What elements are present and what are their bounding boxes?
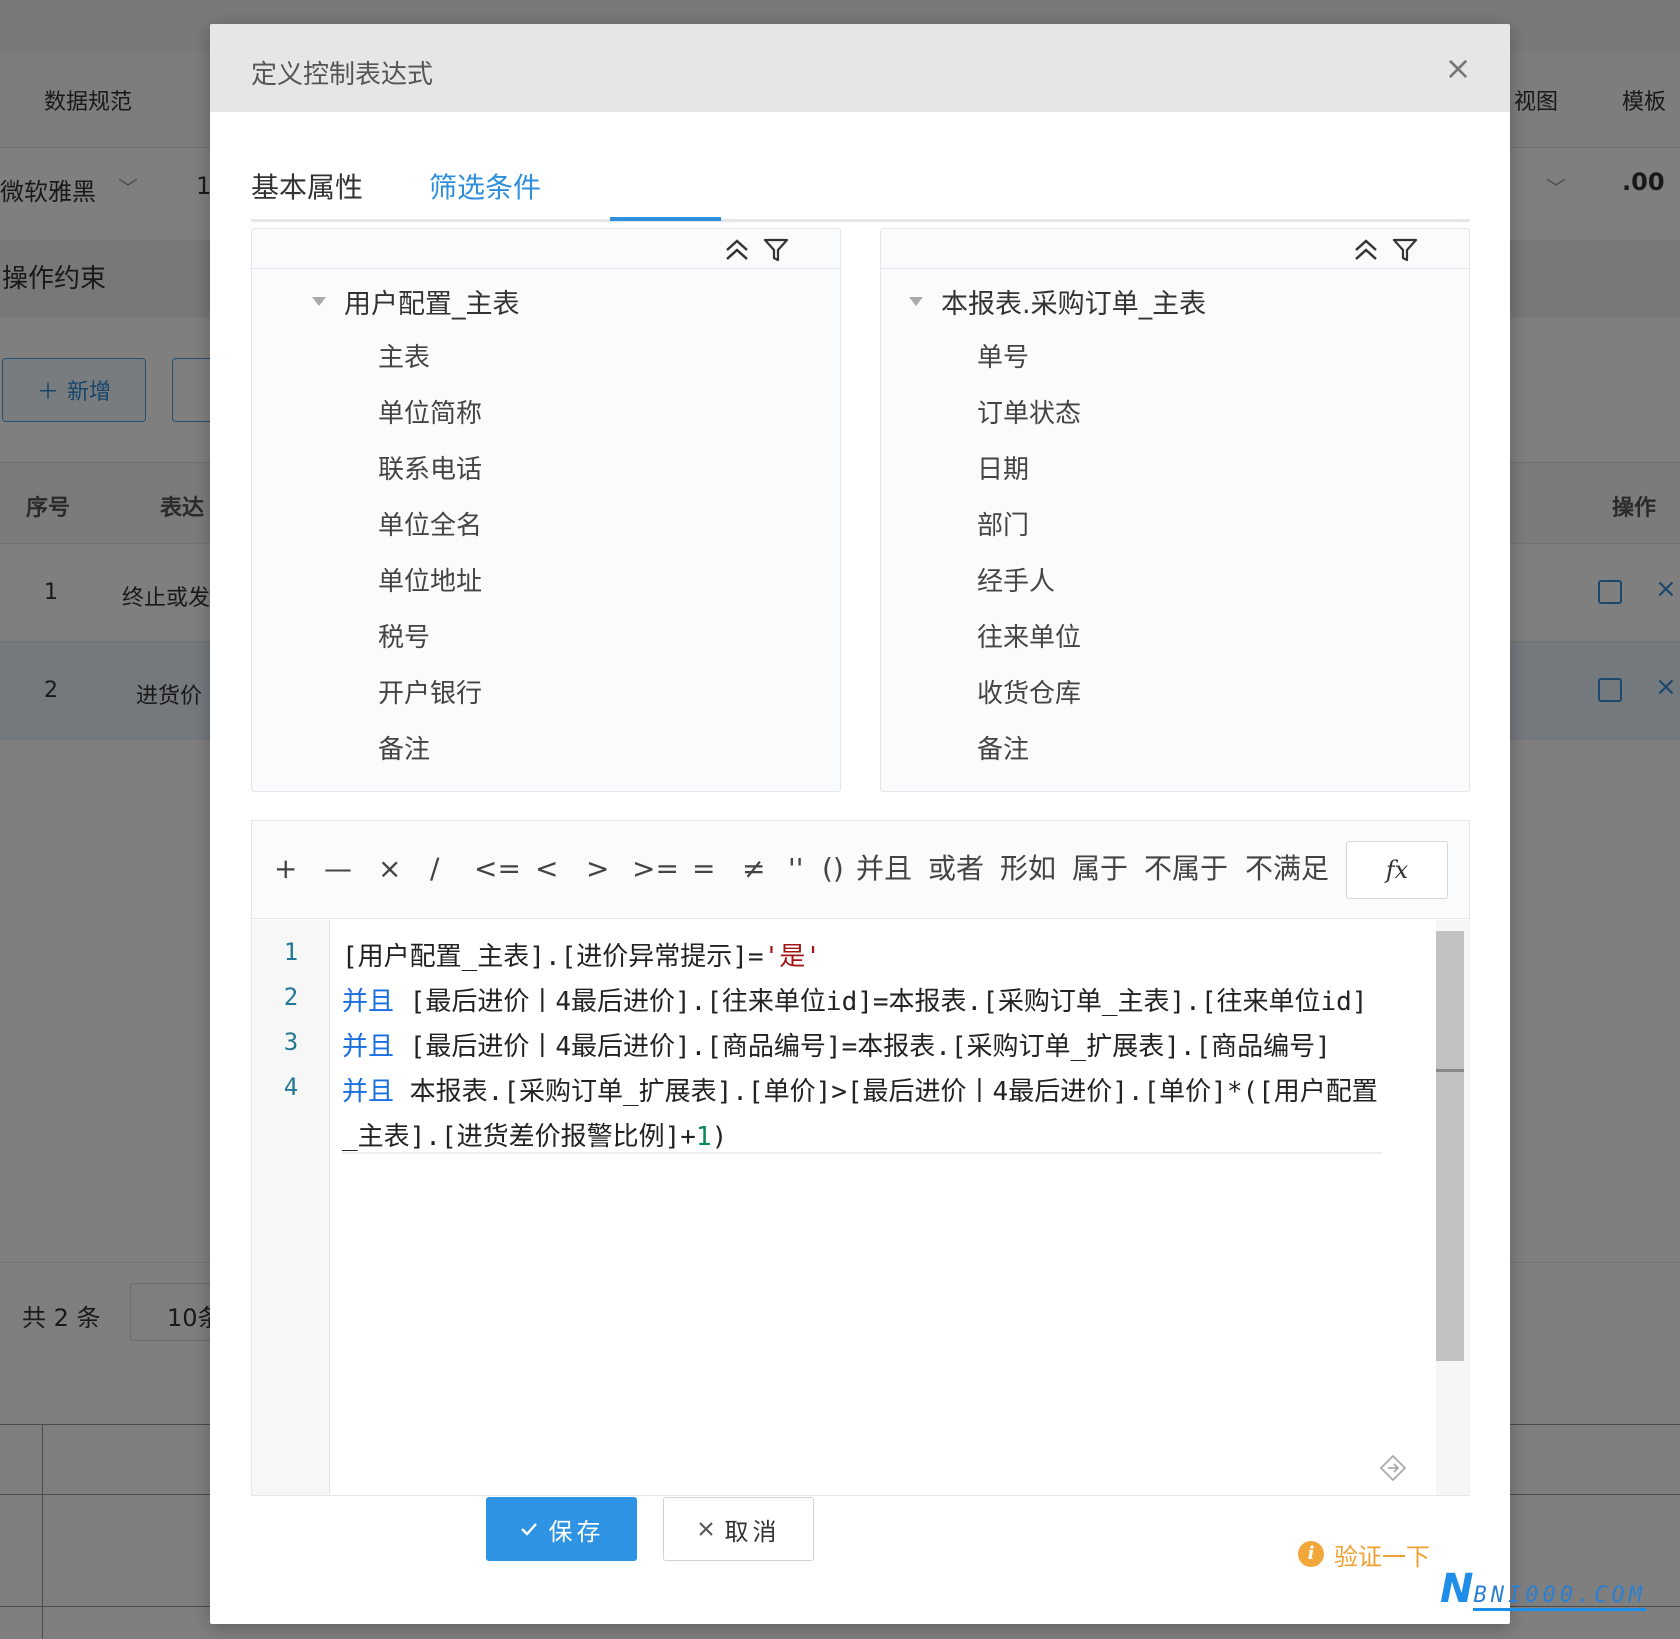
- cancel-button[interactable]: 取消: [663, 1497, 814, 1561]
- tree-root-node[interactable]: 本报表.采购订单_主表: [909, 281, 1206, 321]
- tree-field-item[interactable]: 备注: [378, 735, 482, 791]
- code-line: 并且 本报表.[采购订单_扩展表].[单价]>[最后进价丨4最后进价].[单价]…: [342, 1071, 1378, 1108]
- tree-field-item[interactable]: 开户银行: [378, 679, 482, 735]
- operator-and[interactable]: 并且: [856, 851, 912, 887]
- scrollbar-thumb[interactable]: [1436, 931, 1464, 1361]
- save-button[interactable]: 保存: [486, 1497, 637, 1561]
- tree-field-item[interactable]: 单号: [977, 343, 1081, 399]
- code-keyword: 并且: [342, 1077, 395, 1107]
- operator-plus[interactable]: +: [274, 851, 297, 887]
- verify-link[interactable]: i 验证一下: [1298, 1538, 1430, 1571]
- left-field-tree: 用户配置_主表 主表 单位简称 联系电话 单位全名 单位地址 税号 开户银行 备…: [251, 228, 841, 792]
- tab-basic-properties[interactable]: 基本属性: [251, 166, 363, 206]
- tree-field-list: 单号 订单状态 日期 部门 经手人 往来单位 收货仓库 备注: [977, 343, 1081, 791]
- tree-field-item[interactable]: 备注: [977, 735, 1081, 791]
- tab-bar: 基本属性 筛选条件: [251, 112, 1470, 222]
- scrollbar-marker: [1436, 1069, 1464, 1072]
- code-line: 并且 [最后进价丨4最后进价].[往来单位id]=本报表.[采购订单_主表].[…: [342, 981, 1367, 1018]
- code-line: [用户配置_主表].[进价异常提示]='是': [342, 936, 821, 973]
- watermark-letter: N: [1440, 1566, 1474, 1612]
- operator-not-satisfy[interactable]: 不满足: [1245, 851, 1329, 887]
- cancel-button-label: 取消: [724, 1517, 781, 1546]
- code-line: 并且 [最后进价丨4最后进价].[商品编号]=本报表.[采购订单_扩展表].[商…: [342, 1026, 1331, 1063]
- tree-field-item[interactable]: 主表: [378, 343, 482, 399]
- dialog-header: 定义控制表达式 ×: [210, 24, 1510, 112]
- code-string: '是': [763, 942, 821, 972]
- operator-not-in[interactable]: 不属于: [1144, 851, 1228, 887]
- tree-field-item[interactable]: 单位全名: [378, 511, 482, 567]
- watermark-text: BNI000.COM: [1473, 1583, 1646, 1611]
- tree-field-item[interactable]: 日期: [977, 455, 1081, 511]
- watermark-logo: N BNI000.COM: [1440, 1566, 1646, 1612]
- operator-minus[interactable]: —: [324, 851, 352, 887]
- operator-gt[interactable]: >: [586, 851, 609, 887]
- tab-active-indicator: [610, 217, 721, 221]
- tree-field-list: 主表 单位简称 联系电话 单位全名 单位地址 税号 开户银行 备注: [378, 343, 482, 791]
- tab-filter-conditions[interactable]: 筛选条件: [429, 166, 541, 206]
- line-number: 4: [283, 1073, 299, 1101]
- tree-field-item[interactable]: 联系电话: [378, 455, 482, 511]
- verify-label: 验证一下: [1334, 1542, 1430, 1571]
- check-icon: [520, 1523, 537, 1536]
- tree-root-label: 用户配置_主表: [344, 288, 520, 320]
- tree-toolbar: [252, 229, 840, 269]
- expression-dialog: 定义控制表达式 × 基本属性 筛选条件 用户配置_主表 主表 单位简称 联系电话…: [210, 24, 1510, 1624]
- tree-field-item[interactable]: 订单状态: [977, 399, 1081, 455]
- tree-root-node[interactable]: 用户配置_主表: [312, 281, 520, 321]
- tree-field-item[interactable]: 收货仓库: [977, 679, 1081, 735]
- operator-parens[interactable]: (): [822, 851, 844, 887]
- close-icon: [698, 1522, 713, 1536]
- code-text: [最后进价丨4最后进价].[往来单位id]=本报表.[采购订单_主表].[往来单…: [394, 987, 1368, 1017]
- right-field-tree: 本报表.采购订单_主表 单号 订单状态 日期 部门 经手人 往来单位 收货仓库 …: [880, 228, 1470, 792]
- line-number: 3: [283, 1028, 299, 1056]
- info-icon: i: [1298, 1541, 1324, 1567]
- operator-gte[interactable]: >=: [632, 851, 679, 887]
- caret-down-icon[interactable]: [312, 296, 326, 306]
- code-text: [用户配置_主表].[进价异常提示]=: [342, 942, 764, 972]
- code-editor[interactable]: [用户配置_主表].[进价异常提示]='是' 并且 [最后进价丨4最后进价].[…: [342, 920, 1472, 1495]
- operator-lte[interactable]: <=: [474, 851, 521, 887]
- code-text: ): [711, 1122, 728, 1152]
- code-text: 本报表.[采购订单_扩展表].[单价]>[最后进价丨4最后进价].[单价]*([…: [394, 1077, 1378, 1107]
- operator-equals[interactable]: =: [692, 851, 715, 887]
- operator-lt[interactable]: <: [535, 851, 558, 887]
- tree-field-item[interactable]: 单位简称: [378, 399, 482, 455]
- tree-field-item[interactable]: 经手人: [977, 567, 1081, 623]
- tree-field-item[interactable]: 税号: [378, 623, 482, 679]
- tree-field-item[interactable]: 部门: [977, 511, 1081, 567]
- operator-like[interactable]: 形如: [1000, 851, 1056, 887]
- dialog-title: 定义控制表达式: [251, 60, 434, 90]
- line-number-gutter: 1 2 3 4: [252, 920, 330, 1495]
- code-number: 1: [695, 1122, 712, 1152]
- operator-quotes[interactable]: '': [788, 851, 803, 887]
- code-text: _主表].[进货差价报警比例]+: [342, 1122, 696, 1152]
- close-icon[interactable]: ×: [1440, 50, 1476, 86]
- expand-icon[interactable]: [1378, 1453, 1408, 1483]
- code-text: [最后进价丨4最后进价].[商品编号]=本报表.[采购订单_扩展表].[商品编号…: [394, 1032, 1331, 1062]
- operator-not-equal[interactable]: ≠: [742, 851, 765, 887]
- save-button-label: 保存: [548, 1517, 605, 1546]
- tree-root-label: 本报表.采购订单_主表: [941, 288, 1207, 320]
- expression-editor: + — × ∕ <= < > >= = ≠ '' () 并且 或者 形如 属于 …: [251, 820, 1470, 1496]
- line-number: 2: [283, 983, 299, 1011]
- caret-down-icon[interactable]: [909, 296, 923, 306]
- operator-divide[interactable]: ∕: [430, 851, 439, 887]
- code-keyword: 并且: [342, 987, 395, 1017]
- function-button[interactable]: fx: [1346, 841, 1448, 899]
- line-number: 1: [283, 938, 299, 966]
- filter-icon[interactable]: [1391, 237, 1419, 263]
- code-line: _主表].[进货差价报警比例]+1): [342, 1116, 727, 1153]
- filter-icon[interactable]: [762, 237, 790, 263]
- tree-field-item[interactable]: 往来单位: [977, 623, 1081, 679]
- operator-or[interactable]: 或者: [928, 851, 984, 887]
- code-keyword: 并且: [342, 1032, 395, 1062]
- tree-field-item[interactable]: 单位地址: [378, 567, 482, 623]
- operator-in[interactable]: 属于: [1072, 851, 1128, 887]
- collapse-all-icon[interactable]: [722, 237, 752, 263]
- operator-toolbar: + — × ∕ <= < > >= = ≠ '' () 并且 或者 形如 属于 …: [252, 821, 1469, 919]
- tree-toolbar: [881, 229, 1469, 269]
- operator-multiply[interactable]: ×: [378, 851, 401, 887]
- collapse-all-icon[interactable]: [1351, 237, 1381, 263]
